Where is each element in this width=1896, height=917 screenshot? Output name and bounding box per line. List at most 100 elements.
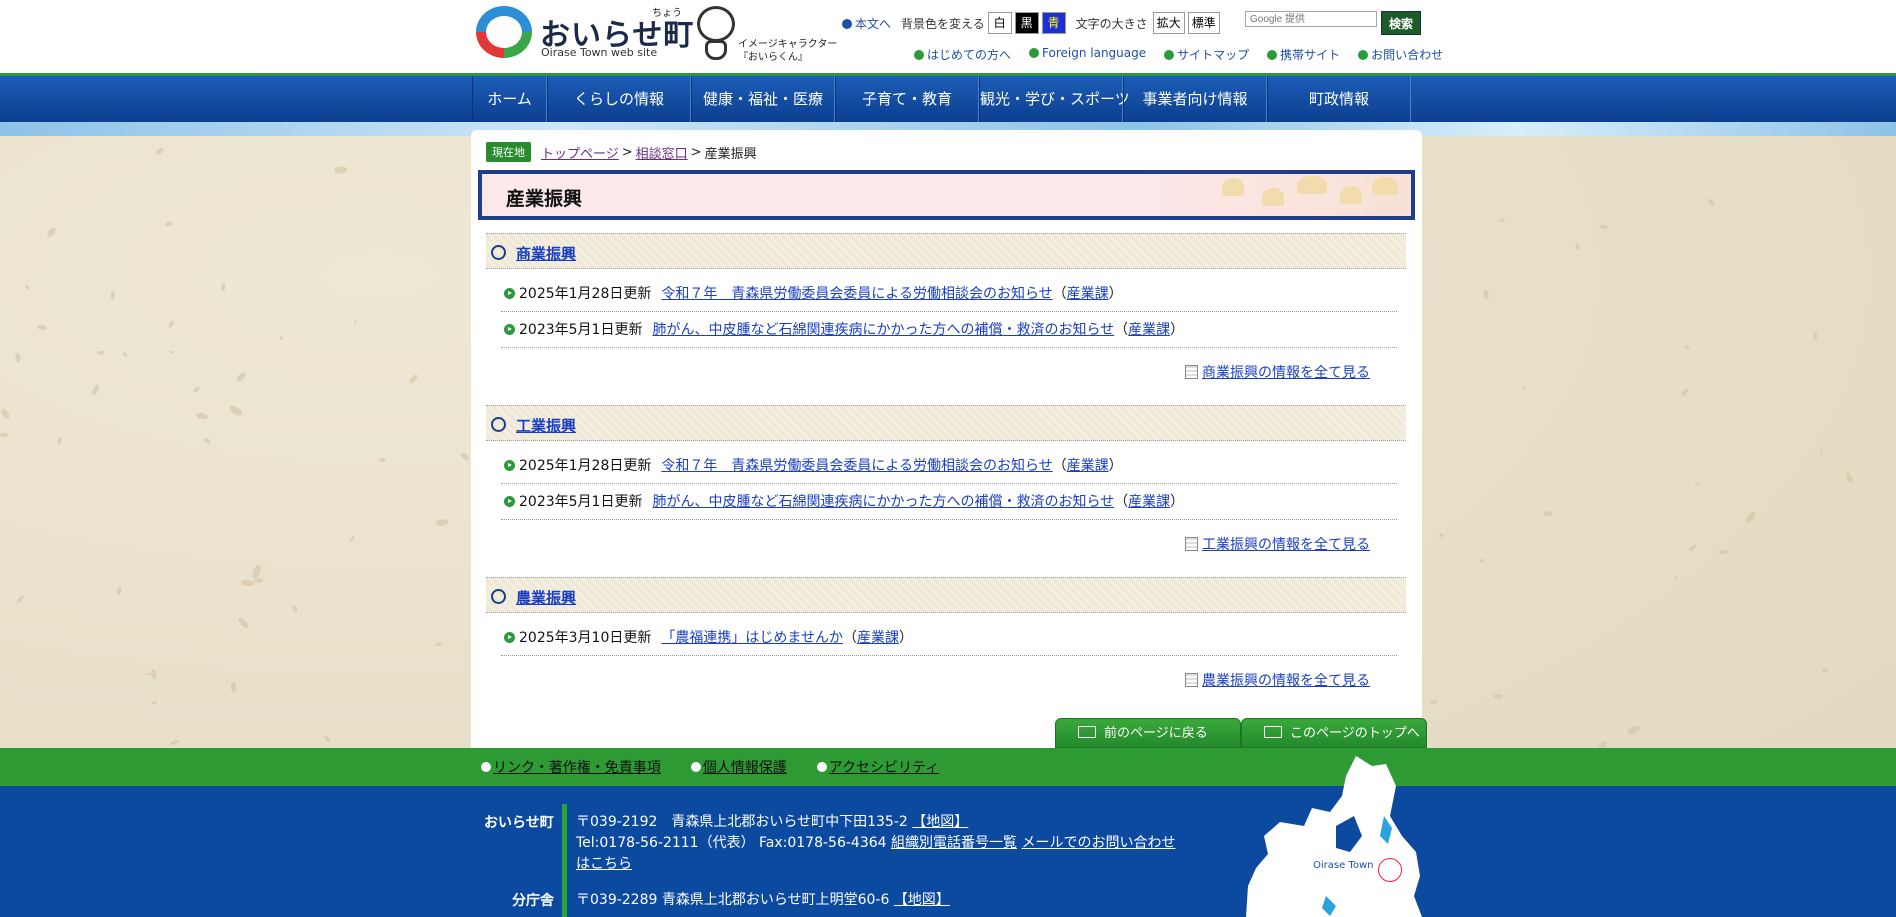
arrow-icon [504, 496, 515, 507]
footer-branch-map-link[interactable]: 【地図】 [894, 892, 950, 908]
search-button[interactable]: 検索 [1381, 11, 1421, 35]
link-label: 個人情報保護 [702, 760, 787, 776]
list-item: 2025年1月28日更新 令和７年 青森県労働委員会委員による労働相談会のお知らせ… [501, 276, 1397, 312]
back-page-button[interactable]: 前のページに戻る [1055, 718, 1241, 748]
update-date: 2025年1月28日更新 [519, 458, 652, 474]
ginkgo-leaf-icon [1297, 176, 1327, 194]
dept-link[interactable]: 産業課 [1067, 458, 1109, 474]
paren: （ [1114, 322, 1129, 338]
font-standard-button[interactable]: 標準 [1187, 12, 1220, 34]
bg-white-button[interactable]: 白 [987, 12, 1012, 34]
top-label: このページのトップへ [1290, 726, 1420, 741]
logo-ruby: ちょう [652, 8, 682, 19]
arrow-icon [504, 632, 515, 643]
section-title-link[interactable]: 商業振興 [516, 243, 576, 264]
nav-living[interactable]: くらしの情報 [547, 76, 691, 122]
paper-fleck [1492, 693, 1503, 699]
footer-town-name: おいらせ町 [484, 815, 554, 831]
link-label: サイトマップ [1177, 48, 1250, 62]
town-logo-icon[interactable] [476, 6, 532, 58]
site-footer: おいらせ町 〒039-2192 青森県上北郡おいらせ町中下田135-2 【地図】… [0, 786, 1896, 917]
see-all-link[interactable]: 工業振興の情報を全て見る [1202, 537, 1370, 553]
search-input[interactable] [1245, 11, 1377, 27]
link-label: リンク・著作権・免責事項 [493, 760, 661, 776]
footer-contact: 〒039-2192 青森県上北郡おいらせ町中下田135-2 【地図】 Tel:0… [576, 812, 1176, 875]
footer-link-privacy[interactable]: 個人情報保護 [690, 757, 787, 777]
footer-link-accessibility[interactable]: アクセシビリティ [816, 757, 940, 777]
breadcrumb-parent-link[interactable]: 相談窓口 [636, 143, 688, 162]
see-all-link[interactable]: 商業振興の情報を全て見る [1202, 365, 1370, 381]
skip-to-content-link[interactable]: 本文へ [842, 15, 891, 32]
page-title: 産業振興 [506, 188, 583, 210]
document-icon [1185, 537, 1198, 551]
article-link[interactable]: 令和７年 青森県労働委員会委員による労働相談会のお知らせ [661, 286, 1052, 302]
beginners-link[interactable]: はじめての方へ [914, 46, 1011, 63]
footer-address: 〒039-2192 青森県上北郡おいらせ町中下田135-2 [576, 814, 908, 830]
article-link[interactable]: 肺がん、中皮腫など石綿関連疾病にかかった方への補償・救済のお知らせ [652, 494, 1114, 510]
paren: （ [1052, 458, 1067, 474]
breadcrumb-top-link[interactable]: トップページ [541, 143, 619, 162]
section-title-link[interactable]: 農業振興 [516, 587, 576, 608]
bg-blue-button[interactable]: 青 [1041, 12, 1066, 34]
mobile-site-link[interactable]: 携帯サイト [1267, 46, 1340, 63]
section-title-link[interactable]: 工業振興 [516, 415, 576, 436]
arrow-icon [914, 50, 924, 60]
paren: ） [1108, 286, 1123, 302]
dept-link[interactable]: 産業課 [1128, 494, 1170, 510]
link-label: 携帯サイト [1280, 48, 1341, 62]
article-link[interactable]: 令和７年 青森県労働委員会委員による労働相談会のお知らせ [661, 458, 1052, 474]
see-all-link[interactable]: 農業振興の情報を全て見る [1202, 673, 1370, 689]
up-icon [1264, 726, 1282, 738]
article-link[interactable]: 「農福連携」はじめませんか [661, 630, 843, 646]
dept-link[interactable]: 産業課 [1067, 286, 1109, 302]
nav-childcare[interactable]: 子育て・教育 [835, 76, 979, 122]
see-all-link-wrap: 農業振興の情報を全て見る [1185, 670, 1370, 690]
article-link[interactable]: 肺がん、中皮腫など石綿関連疾病にかかった方への補償・救済のお知らせ [652, 322, 1114, 338]
page-title-box: 産業振興 [478, 170, 1415, 220]
arrow-icon [481, 762, 491, 772]
footer-accent-bar [562, 804, 567, 917]
breadcrumb: 現在地 トップページ > 相談窓口 > 産業振興 [486, 142, 757, 162]
paren: ） [1170, 322, 1185, 338]
sitemap-link[interactable]: サイトマップ [1164, 46, 1249, 63]
section-header: 農業振興 [486, 577, 1406, 613]
link-label: アクセシビリティ [828, 760, 940, 776]
footer-map-link[interactable]: 【地図】 [912, 814, 968, 830]
nav-business[interactable]: 事業者向け情報 [1123, 76, 1267, 122]
list-item: 2025年1月28日更新 令和７年 青森県労働委員会委員による労働相談会のお知らせ… [501, 448, 1397, 484]
nav-home[interactable]: ホーム [472, 76, 547, 122]
circle-icon [491, 245, 506, 260]
footer-links-bar: リンク・著作権・免責事項 個人情報保護 アクセシビリティ [0, 748, 1896, 786]
footer-directory-link[interactable]: 組織別電話番号一覧 [891, 835, 1017, 851]
mascot-label-line1: イメージキャラクター [738, 39, 838, 50]
update-date: 2023年5月1日更新 [519, 322, 643, 338]
update-date: 2025年1月28日更新 [519, 286, 652, 302]
arrow-icon [504, 324, 515, 335]
back-icon [1078, 726, 1096, 738]
foreign-language-link[interactable]: Foreign language [1029, 46, 1146, 63]
back-label: 前のページに戻る [1104, 726, 1208, 741]
nav-health[interactable]: 健康・福祉・医療 [691, 76, 835, 122]
bg-black-button[interactable]: 黒 [1014, 12, 1039, 34]
footer-link-copyright[interactable]: リンク・著作権・免責事項 [481, 757, 661, 777]
page-top-button[interactable]: このページのトップへ [1241, 718, 1427, 748]
accessibility-toolbar: 本文へ 背景色を変える 白 黒 青 文字の大きさ 拡大 標準 [842, 12, 1220, 34]
paper-fleck [379, 457, 387, 462]
font-enlarge-button[interactable]: 拡大 [1152, 12, 1185, 34]
paren: （ [1052, 286, 1067, 302]
list-item: 2025年3月10日更新 「農福連携」はじめませんか（産業課） [501, 620, 1397, 656]
arrow-icon [690, 762, 701, 772]
global-nav: ホーム くらしの情報 健康・福祉・医療 子育て・教育 観光・学び・スポーツ 事業… [0, 76, 1896, 122]
footer-branch-name: 分庁舎 [512, 893, 554, 909]
dept-link[interactable]: 産業課 [857, 630, 899, 646]
nav-town-admin[interactable]: 町政情報 [1267, 76, 1411, 122]
map-label: Oirase Town [1313, 860, 1374, 871]
skip-link-label: 本文へ [855, 16, 892, 31]
circle-icon [491, 417, 506, 432]
contact-link[interactable]: お問い合わせ [1358, 46, 1443, 63]
ginkgo-leaf-icon [1372, 177, 1398, 195]
aomori-map-icon [1246, 756, 1422, 917]
nav-tourism[interactable]: 観光・学び・スポーツ [979, 76, 1130, 122]
update-date: 2023年5月1日更新 [519, 494, 643, 510]
dept-link[interactable]: 産業課 [1128, 322, 1170, 338]
